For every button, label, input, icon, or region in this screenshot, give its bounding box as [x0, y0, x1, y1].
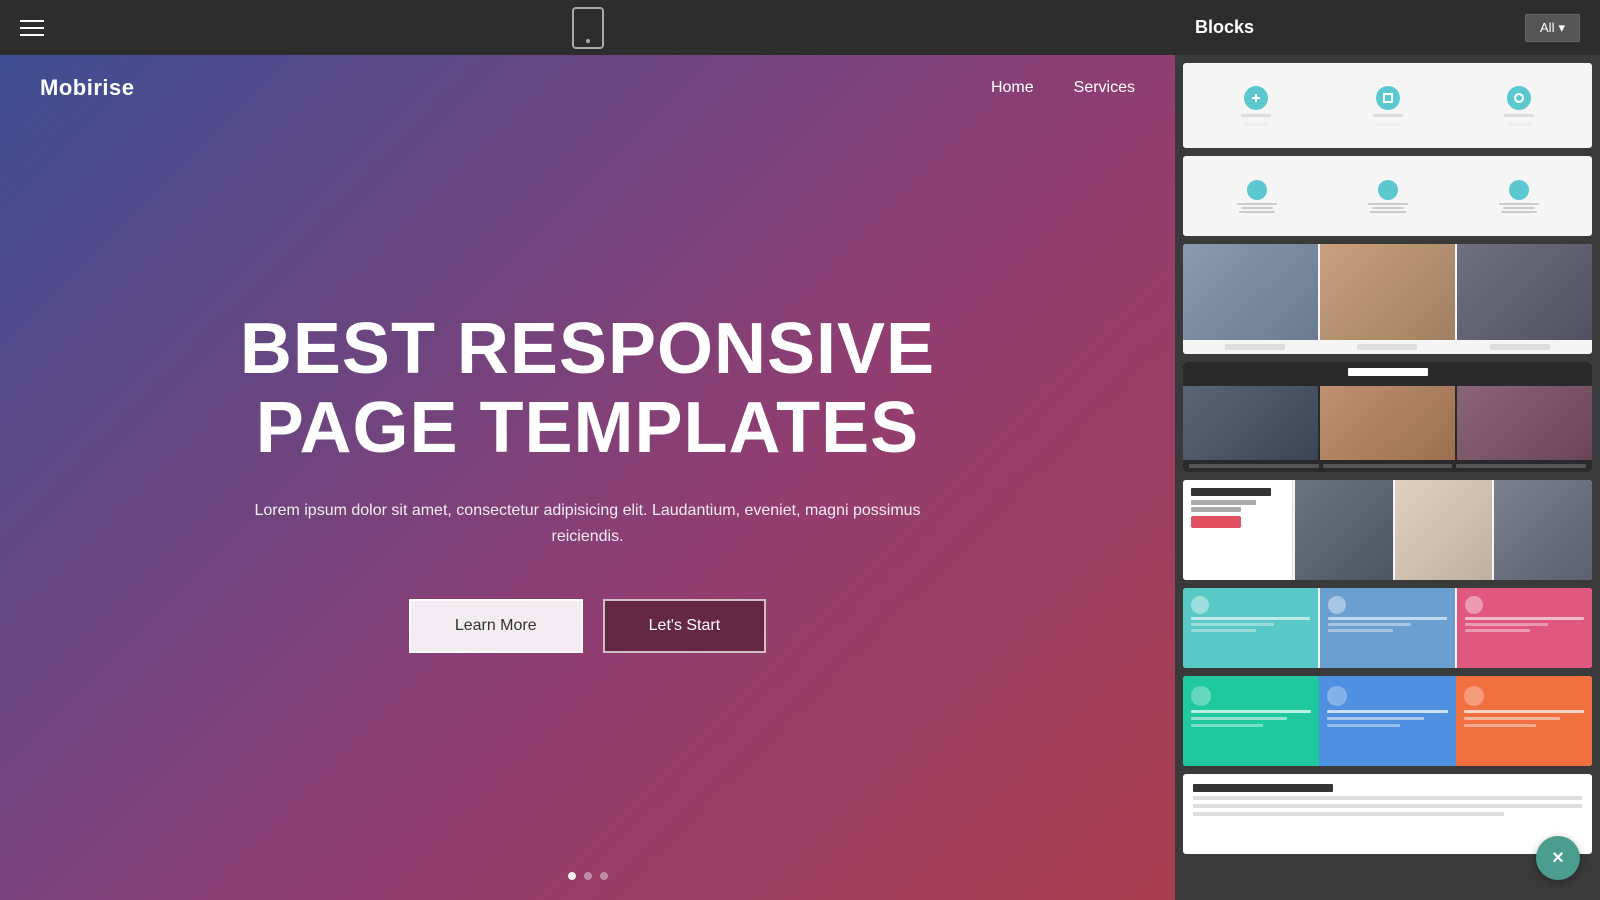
photo-2	[1320, 244, 1455, 340]
block-thumbnail-2[interactable]	[1183, 156, 1592, 236]
device-home-button	[586, 39, 590, 43]
learn-more-button[interactable]: Learn More	[409, 599, 583, 653]
block-6-item-2	[1320, 588, 1455, 668]
block-5-left-panel	[1183, 480, 1293, 580]
blog-photo-3	[1457, 386, 1592, 460]
hero-content: BEST RESPONSIVE PAGE TEMPLATES Lorem ips…	[0, 91, 1175, 872]
hero-section: Mobirise Home Services BEST RESPONSIVE P…	[0, 55, 1175, 900]
block-thumbnail-1[interactable]	[1183, 63, 1592, 148]
block-6-item-3	[1457, 588, 1592, 668]
close-fab-button[interactable]: ×	[1536, 836, 1580, 880]
block-thumbnail-7[interactable]	[1183, 676, 1592, 766]
hero-title-line2: PAGE TEMPLATES	[256, 388, 919, 468]
toolbar-center	[572, 7, 604, 49]
block-7-item-3	[1456, 676, 1592, 766]
block-item	[1193, 180, 1320, 213]
carousel-dot-2[interactable]	[584, 872, 592, 880]
blog-title-line	[1348, 368, 1428, 376]
blog-photo-1	[1183, 386, 1318, 460]
text-line	[1376, 123, 1400, 126]
block-item	[1324, 180, 1451, 213]
block-item	[1455, 180, 1582, 213]
text-line	[1507, 123, 1531, 126]
hamburger-icon[interactable]	[20, 20, 44, 36]
text-line	[1244, 123, 1268, 126]
photo-3	[1457, 244, 1592, 340]
block-item	[1325, 86, 1451, 126]
block-thumbnail-6[interactable]	[1183, 588, 1592, 668]
text-line	[1241, 114, 1271, 117]
main-canvas: Mobirise Home Services BEST RESPONSIVE P…	[0, 0, 1175, 900]
block-5-photo-2	[1395, 480, 1493, 580]
block-7-item-2	[1319, 676, 1455, 766]
text-line	[1373, 114, 1403, 117]
filter-label: All	[1540, 20, 1554, 35]
right-panel: Blocks All ▾	[1175, 0, 1600, 900]
block-8-title-line	[1193, 784, 1333, 792]
text-line	[1504, 114, 1534, 117]
toolbar	[0, 0, 1175, 55]
block-item	[1193, 86, 1319, 126]
panel-filter-button[interactable]: All ▾	[1525, 14, 1580, 42]
block-item	[1456, 86, 1582, 126]
block-7-item-1	[1183, 676, 1319, 766]
block-5-photo-1	[1295, 480, 1393, 580]
block-thumbnail-4[interactable]	[1183, 362, 1592, 472]
lets-start-button[interactable]: Let's Start	[603, 599, 767, 653]
toolbar-left	[20, 20, 44, 36]
block-thumbnail-8[interactable]	[1183, 774, 1592, 854]
mobile-device-icon[interactable]	[572, 7, 604, 49]
panel-title: Blocks	[1195, 17, 1254, 38]
carousel-dot-1[interactable]	[568, 872, 576, 880]
blog-photo-2	[1320, 386, 1455, 460]
hero-carousel-dots	[0, 872, 1175, 900]
hero-title-line1: BEST RESPONSIVE	[240, 309, 935, 389]
block-8-line	[1193, 812, 1504, 816]
chevron-down-icon: ▾	[1558, 20, 1565, 36]
photo-1	[1183, 244, 1318, 340]
block-6-item-1	[1183, 588, 1318, 668]
block-thumbnail-3[interactable]	[1183, 244, 1592, 354]
block-8-line	[1193, 796, 1582, 800]
hero-buttons: Learn More Let's Start	[409, 599, 766, 653]
hero-title: BEST RESPONSIVE PAGE TEMPLATES	[240, 310, 935, 468]
carousel-dot-3[interactable]	[600, 872, 608, 880]
block-5-photo-3	[1494, 480, 1592, 580]
hero-subtitle: Lorem ipsum dolor sit amet, consectetur …	[238, 498, 938, 549]
block-8-line	[1193, 804, 1582, 808]
blocks-list	[1175, 55, 1600, 900]
block-thumbnail-5[interactable]	[1183, 480, 1592, 580]
panel-header: Blocks All ▾	[1175, 0, 1600, 55]
